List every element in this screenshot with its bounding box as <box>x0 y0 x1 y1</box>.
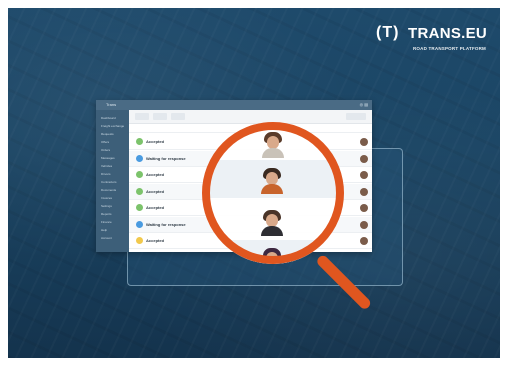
avatar-icon <box>360 187 368 196</box>
avatar-icon <box>360 237 368 245</box>
avatar-icon <box>360 220 368 229</box>
hero-banner: (T) TRANS.EU ROAD TRANSPORT PLATFORM Tra… <box>8 8 500 358</box>
logo-mark: (T) <box>376 24 400 41</box>
status-label: Waiting for response <box>146 155 186 161</box>
brand-name: TRANS.EU <box>408 25 488 42</box>
status-label: Accepted <box>146 188 165 194</box>
status-icon <box>136 171 143 178</box>
brand-logo: (T) TRANS.EU ROAD TRANSPORT PLATFORM <box>376 24 488 58</box>
status-icon <box>136 204 143 211</box>
sidebar-item[interactable]: Requests <box>101 132 114 136</box>
sidebar-item[interactable]: Messages <box>101 156 115 160</box>
sidebar-item[interactable]: Offers <box>101 140 109 144</box>
sidebar-item[interactable]: Reports <box>101 212 112 216</box>
sidebar-item[interactable]: Account <box>101 236 112 240</box>
sidebar-item[interactable]: Help <box>101 228 107 232</box>
window-icons[interactable]: ◎ ▤ <box>360 102 368 107</box>
toolbar-button[interactable] <box>171 113 185 120</box>
brand-tagline: ROAD TRANSPORT PLATFORM <box>412 46 486 51</box>
toolbar-button[interactable] <box>153 113 167 120</box>
status-label: Waiting for response <box>146 221 186 227</box>
avatar-icon <box>360 204 368 212</box>
sidebar-item[interactable]: Finance <box>101 220 112 224</box>
status-icon <box>136 138 143 145</box>
sidebar-item[interactable]: Contractors <box>101 180 117 184</box>
status-label: Accepted <box>146 205 165 210</box>
sidebar-item[interactable]: Freight exchange <box>101 124 124 128</box>
avatar-icon <box>360 171 368 179</box>
sidebar-item[interactable]: Invoices <box>101 196 112 200</box>
window-title: Trans <box>106 102 117 107</box>
title-bar: Trans ◎ ▤ <box>96 100 372 110</box>
magnifier-ring <box>202 122 344 264</box>
sidebar-item[interactable]: Vehicles <box>101 164 112 168</box>
status-icon <box>136 220 143 228</box>
sidebar-item[interactable]: Documents <box>101 188 116 192</box>
toolbar-button[interactable] <box>135 113 149 120</box>
sidebar-item[interactable]: Dashboard <box>101 116 116 120</box>
avatar-icon <box>360 154 368 163</box>
status-icon <box>136 154 143 162</box>
avatar-icon <box>360 138 368 146</box>
sidebar-item[interactable]: Settings <box>101 204 112 208</box>
toolbar-button[interactable] <box>346 113 366 120</box>
status-icon <box>136 237 143 244</box>
sidebar: Dashboard Freight exchange Requests Offers O… <box>96 110 129 252</box>
sidebar-item[interactable]: Orders <box>101 148 110 152</box>
status-label: Accepted <box>146 172 165 177</box>
status-label: Accepted <box>146 238 165 243</box>
sidebar-item[interactable]: Drivers <box>101 172 111 176</box>
toolbar <box>129 110 372 124</box>
status-label: Accepted <box>146 139 165 144</box>
status-icon <box>136 187 143 195</box>
